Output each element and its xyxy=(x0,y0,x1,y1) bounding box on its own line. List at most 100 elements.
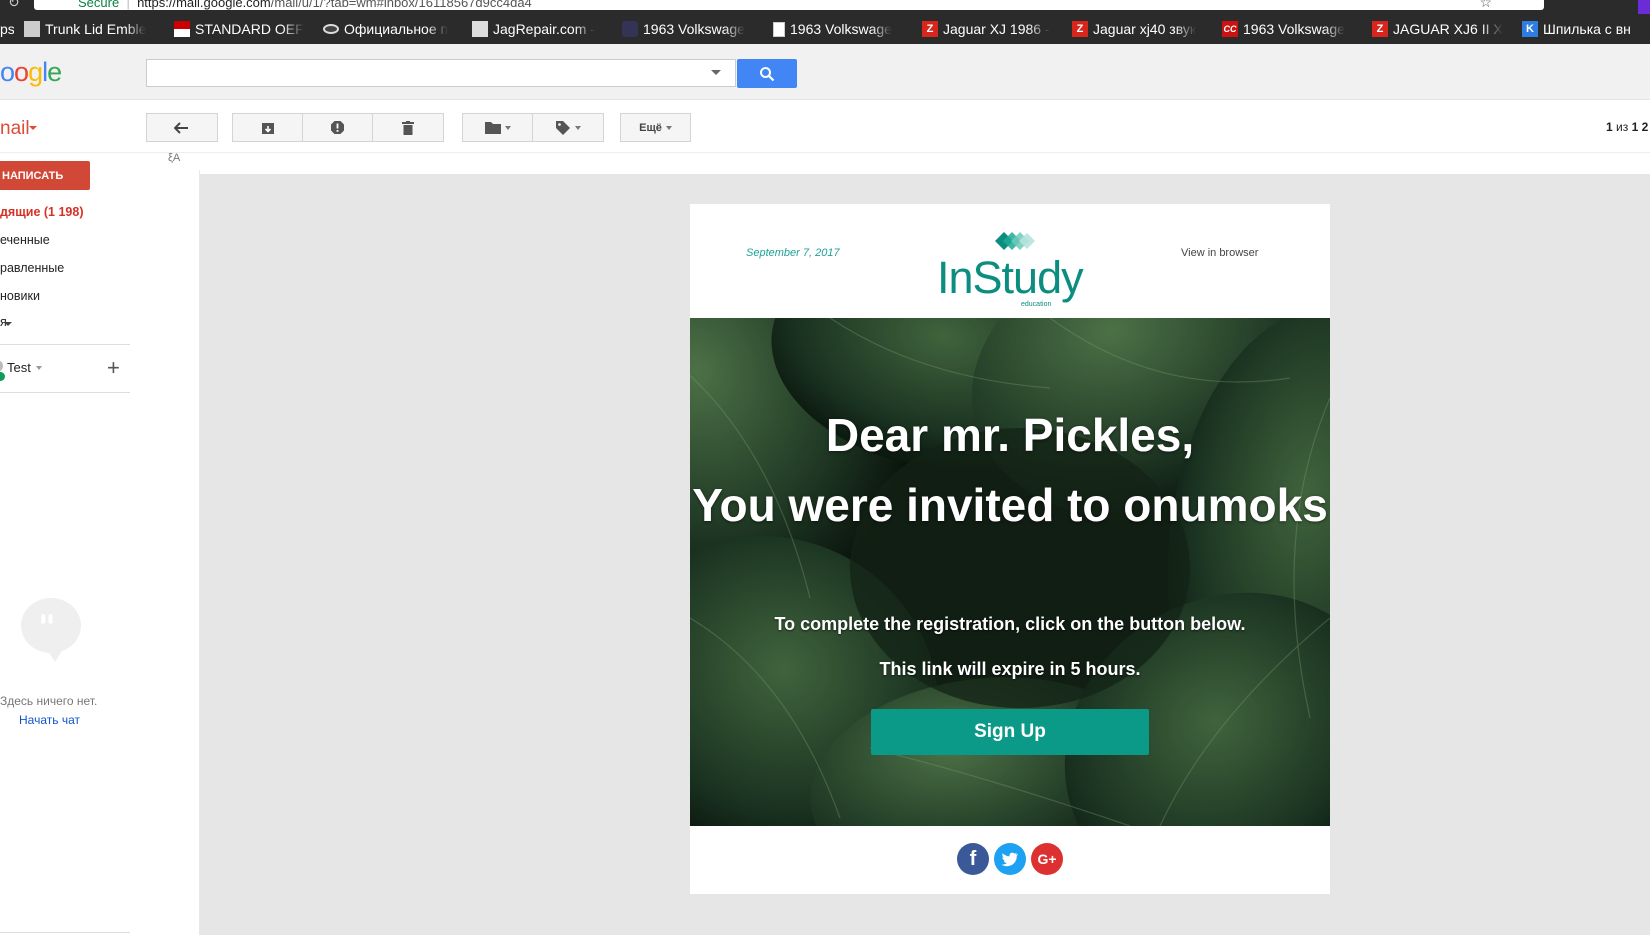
bookmark-star-icon[interactable]: ☆ xyxy=(1479,0,1492,11)
document-icon xyxy=(773,21,785,37)
sign-up-label: Sign Up xyxy=(974,721,1046,742)
browser-url-bar: ↻ Secure | https://mail.google.com/mail/… xyxy=(0,0,1650,14)
chat-empty-text: Здесь ничего нет. xyxy=(0,694,98,708)
bookmark-item[interactable]: 1963 Volkswage xyxy=(773,19,909,39)
k-icon: K xyxy=(1522,21,1538,37)
car-icon xyxy=(622,21,638,37)
pager-separator: из xyxy=(1616,120,1629,134)
more-label: Ещё xyxy=(639,121,662,134)
bookmark-item[interactable]: Z Jaguar xj40 звук xyxy=(1072,19,1208,39)
pager-range: 1 xyxy=(1606,120,1613,134)
logo-text: InStudy xyxy=(937,252,1084,303)
mail-menu-caret-icon[interactable] xyxy=(29,126,37,130)
address-text: Secure | https://mail.google.com/mail/u/… xyxy=(78,0,532,10)
view-in-browser-link[interactable]: View in browser xyxy=(1181,247,1258,259)
avatar xyxy=(0,360,3,372)
instruction-text: To complete the registration, click on t… xyxy=(774,614,1246,634)
delete-button[interactable] xyxy=(372,113,444,142)
trunk-icon xyxy=(24,21,40,37)
bookmark-item[interactable]: CC 1963 Volkswage xyxy=(1222,19,1358,39)
search-icon xyxy=(760,66,775,81)
bookmark-item[interactable]: STANDARD OEF xyxy=(174,19,310,39)
start-chat-link[interactable]: Начать чат xyxy=(19,713,80,727)
z-icon: Z xyxy=(1372,21,1388,37)
spam-icon xyxy=(331,121,344,134)
chevron-down-icon xyxy=(504,125,511,130)
nav-item-label: новики xyxy=(0,289,40,303)
quote-icon: " xyxy=(38,608,56,648)
z-icon: Z xyxy=(922,21,938,37)
chevron-down-icon[interactable] xyxy=(4,322,12,326)
twitter-icon[interactable] xyxy=(994,843,1026,875)
hero-banner: Dear mr. Pickles, You were invited to on… xyxy=(690,318,1330,826)
expiry-text: This link will expire in 5 hours. xyxy=(879,659,1141,679)
chevron-down-icon xyxy=(665,125,672,130)
subject-strip xyxy=(160,153,1650,174)
bookmark-item[interactable]: ps xyxy=(0,19,14,39)
nav-item-label: равленные xyxy=(0,261,65,275)
address-bar[interactable]: Secure | https://mail.google.com/mail/u/… xyxy=(34,0,1544,10)
pager-total: 1 2 xyxy=(1631,120,1649,134)
nav-divider xyxy=(0,932,130,933)
back-arrow-icon xyxy=(174,121,188,134)
compose-button[interactable]: НАПИСАТЬ xyxy=(0,161,90,190)
logo-subtext: education xyxy=(1021,301,1052,308)
extension-icon[interactable] xyxy=(1638,0,1650,14)
url-path: /mail/u/1/?tab=wm#inbox/16118567d9cc4da4 xyxy=(270,0,532,10)
bookmark-item[interactable]: Z Jaguar XJ 1986 - xyxy=(922,19,1058,39)
chevron-down-icon[interactable] xyxy=(36,366,42,370)
sign-up-button[interactable]: Sign Up xyxy=(871,709,1149,755)
z-icon: Z xyxy=(1072,21,1088,37)
bookmark-item[interactable]: JagRepair.com - xyxy=(472,19,608,39)
nav-item-drafts[interactable]: новики xyxy=(0,289,40,303)
folder-icon xyxy=(484,122,501,134)
nav-item-sent[interactable]: равленные xyxy=(0,261,64,275)
facebook-icon[interactable]: f xyxy=(957,843,989,875)
jag-icon xyxy=(472,21,488,37)
report-spam-button[interactable] xyxy=(302,113,373,142)
back-button[interactable] xyxy=(146,113,218,142)
chevron-down-icon xyxy=(575,125,581,130)
twitter-bird-icon xyxy=(1001,852,1018,866)
bookmark-item[interactable]: K Шпилька с вн xyxy=(1522,19,1650,39)
bookmarks-bar: ps Trunk Lid Emble STANDARD OEF Официаль… xyxy=(0,14,1650,44)
cc-icon: CC xyxy=(1222,21,1238,37)
bookmark-item[interactable]: Z JAGUAR XJ6 II X xyxy=(1372,19,1508,39)
nav-divider xyxy=(0,392,130,393)
bookmark-item[interactable]: Trunk Lid Emble xyxy=(24,19,160,39)
search-button[interactable] xyxy=(737,59,797,88)
url-host: https://mail.google.com xyxy=(137,0,271,10)
email-card: September 7, 2017 View in browser InStud… xyxy=(690,204,1330,894)
nav-item-starred[interactable]: еченные xyxy=(0,233,50,247)
gmail-header: oogle xyxy=(0,44,1650,100)
nav-item-inbox[interactable]: дящие (1 198) xyxy=(0,205,84,219)
labels-button[interactable] xyxy=(532,113,604,142)
bookmark-item[interactable]: 1963 Volkswage xyxy=(622,19,758,39)
move-to-button[interactable] xyxy=(462,113,533,142)
email-date: September 7, 2017 xyxy=(746,247,840,259)
reload-icon[interactable]: ↻ xyxy=(8,0,20,11)
greeting-heading: Dear mr. Pickles, xyxy=(825,409,1195,461)
trash-icon xyxy=(402,120,414,135)
nav-item-label: дящие (1 198) xyxy=(0,205,84,219)
label-tag-icon xyxy=(556,120,570,135)
archive-button[interactable] xyxy=(232,113,303,142)
mail-menu-label[interactable]: nail xyxy=(0,118,30,140)
search-input[interactable] xyxy=(146,59,736,87)
online-status-icon xyxy=(0,372,5,381)
archive-icon xyxy=(261,122,274,134)
search-options-caret-icon[interactable] xyxy=(711,70,721,75)
nav-divider xyxy=(0,344,130,345)
google-plus-icon[interactable]: G+ xyxy=(1031,843,1063,875)
oval-logo-icon xyxy=(323,24,339,34)
add-contact-icon[interactable]: + xyxy=(107,355,120,381)
more-button[interactable]: Ещё xyxy=(620,113,691,142)
invite-heading: You were invited to onumoks xyxy=(692,479,1328,531)
instudy-logo: InStudy education xyxy=(937,230,1087,310)
bookmark-item[interactable]: Официальное п xyxy=(323,19,459,39)
google-logo[interactable]: oogle xyxy=(0,57,62,88)
translate-icon[interactable]: ξA xyxy=(168,152,180,164)
divider xyxy=(199,170,200,935)
hangouts-user[interactable]: Test xyxy=(7,360,31,375)
compose-label: НАПИСАТЬ xyxy=(2,169,64,182)
